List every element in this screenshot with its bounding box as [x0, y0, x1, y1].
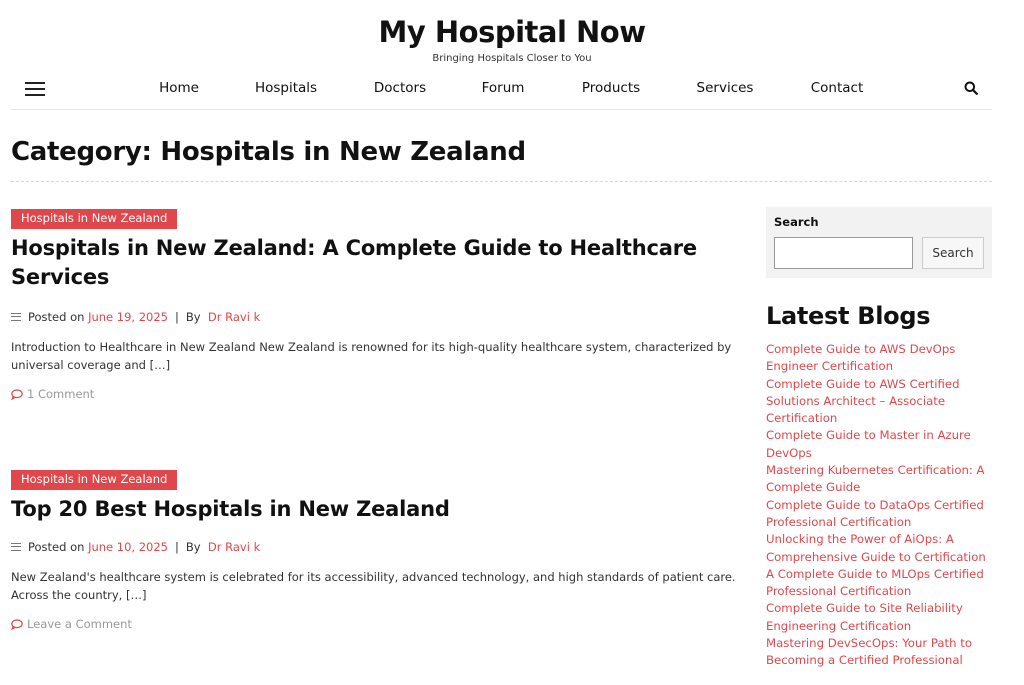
comments-count: Leave a Comment	[27, 617, 132, 631]
post-meta: Posted on June 19, 2025 | By Dr Ravi k	[11, 310, 741, 324]
latest-blog-link[interactable]: Unlocking the Power of AiOps: A Comprehe…	[766, 531, 992, 566]
latest-blog-link[interactable]: Mastering DevSecOps: Your Path to Becomi…	[766, 635, 992, 670]
list-icon	[11, 313, 21, 321]
nav-item-hospitals[interactable]: Hospitals	[255, 80, 317, 96]
post-author[interactable]: Dr Ravi k	[208, 540, 260, 554]
latest-blog-link[interactable]: Complete Guide to Site Reliability Engin…	[766, 600, 992, 635]
comment-icon	[11, 388, 23, 400]
site-header: My Hospital Now Bringing Hospitals Close…	[0, 0, 1024, 65]
list-icon	[11, 543, 21, 551]
by-label: By	[185, 310, 201, 324]
nav-item-home[interactable]: Home	[159, 80, 199, 96]
meta-separator: |	[175, 540, 179, 554]
search-button[interactable]: Search	[922, 237, 984, 269]
hamburger-icon[interactable]	[25, 82, 45, 96]
nav-item-forum[interactable]: Forum	[482, 80, 525, 96]
page-title: Category: Hospitals in New Zealand	[11, 137, 526, 167]
category-badge[interactable]: Hospitals in New Zealand	[11, 209, 178, 229]
latest-blog-link[interactable]: Complete Guide to DataOps Certified Prof…	[766, 497, 992, 532]
nav-item-doctors[interactable]: Doctors	[374, 80, 426, 96]
comment-icon	[11, 618, 23, 630]
comments-link[interactable]: Leave a Comment	[11, 617, 741, 631]
comments-count: 1 Comment	[27, 387, 95, 401]
latest-blog-link[interactable]: Complete Guide to AWS Certified Solution…	[766, 376, 992, 428]
category-badge[interactable]: Hospitals in New Zealand	[11, 470, 178, 490]
latest-blog-link[interactable]: Complete Guide to Master in Azure DevOps	[766, 427, 992, 462]
post-excerpt: New Zealand's healthcare system is celeb…	[11, 570, 736, 602]
search-widget-label: Search	[774, 215, 819, 229]
post-excerpt: Introduction to Healthcare in New Zealan…	[11, 340, 732, 372]
post-date[interactable]: June 19, 2025	[88, 310, 168, 324]
post-title[interactable]: Hospitals in New Zealand: A Complete Gui…	[11, 234, 741, 292]
comments-link[interactable]: 1 Comment	[11, 387, 741, 401]
post-meta: Posted on June 10, 2025 | By Dr Ravi k	[11, 540, 741, 554]
meta-separator: |	[175, 310, 179, 324]
site-tagline: Bringing Hospitals Closer to You	[432, 53, 592, 64]
post-card: Hospitals in New Zealand Hospitals in Ne…	[11, 207, 741, 401]
nav-item-services[interactable]: Services	[697, 80, 754, 96]
latest-blog-link[interactable]: Complete Guide to AWS DevOps Engineer Ce…	[766, 341, 992, 376]
latest-blog-link[interactable]: Mastering Kubernetes Certification: A Co…	[766, 462, 992, 497]
post-author[interactable]: Dr Ravi k	[208, 310, 260, 324]
search-icon[interactable]	[964, 80, 980, 96]
latest-blog-link[interactable]: A Complete Guide to MLOps Certified Prof…	[766, 566, 992, 601]
post-title[interactable]: Top 20 Best Hospitals in New Zealand	[11, 495, 741, 524]
search-input[interactable]	[774, 237, 913, 269]
site-title[interactable]: My Hospital Now	[0, 14, 1024, 50]
main-navigation: Home Hospitals Doctors Forum Products Se…	[11, 74, 992, 110]
latest-blogs-heading: Latest Blogs	[766, 302, 931, 330]
nav-item-products[interactable]: Products	[582, 80, 640, 96]
by-label: By	[185, 540, 201, 554]
latest-blogs-list: Complete Guide to AWS DevOps Engineer Ce…	[766, 341, 992, 670]
search-widget: Search Search	[766, 207, 992, 278]
post-date[interactable]: June 10, 2025	[88, 540, 168, 554]
nav-item-contact[interactable]: Contact	[811, 80, 864, 96]
title-divider	[11, 181, 992, 182]
posted-on-label: Posted on	[28, 310, 85, 324]
posted-on-label: Posted on	[28, 540, 85, 554]
post-card: Hospitals in New Zealand Top 20 Best Hos…	[11, 468, 741, 631]
